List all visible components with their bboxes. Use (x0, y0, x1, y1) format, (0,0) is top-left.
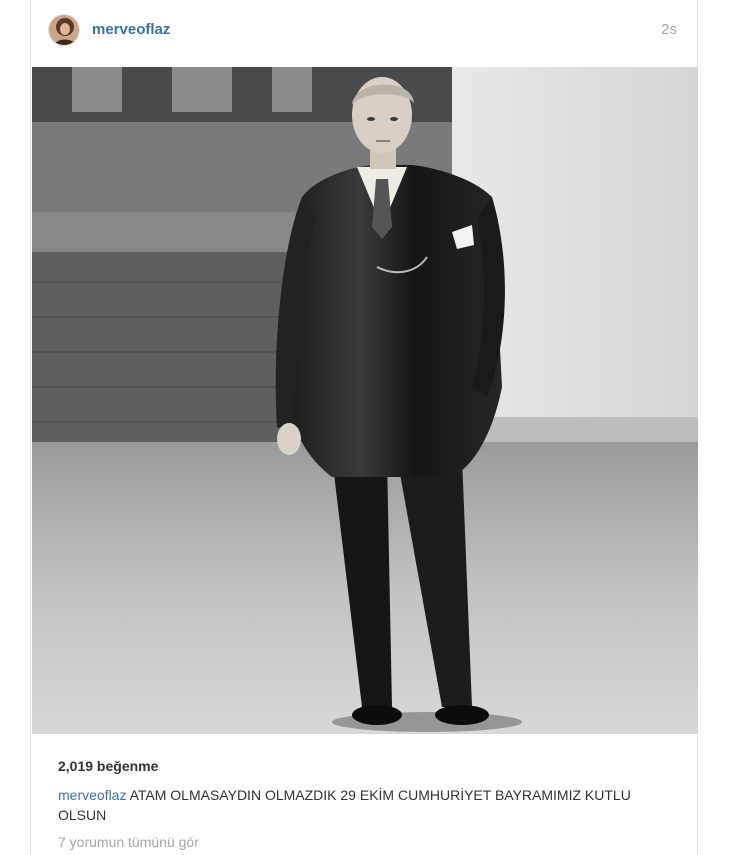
like-count: 2,019 beğenme (58, 758, 159, 774)
post-header: merveoflaz 2s (31, 0, 699, 66)
post-photo[interactable] (32, 67, 698, 734)
user-avatar-icon[interactable] (48, 14, 80, 46)
username-link[interactable]: merveoflaz (92, 21, 170, 38)
caption-username-link[interactable]: merveoflaz (58, 787, 126, 803)
post-caption: merveoflaz ATAM OLMASAYDIN OLMAZDIK 29 E… (58, 785, 678, 825)
caption-text: ATAM OLMASAYDIN OLMAZDIK 29 EKİM CUMHURİ… (58, 787, 631, 823)
avatar-image (49, 15, 79, 45)
view-all-comments-link[interactable]: 7 yorumun tümünü gör (58, 834, 199, 850)
post-timestamp: 2s (661, 21, 677, 38)
photo-image (32, 67, 698, 734)
post-card: merveoflaz 2s 2,019 beğenme merveoflaz A… (30, 0, 698, 855)
